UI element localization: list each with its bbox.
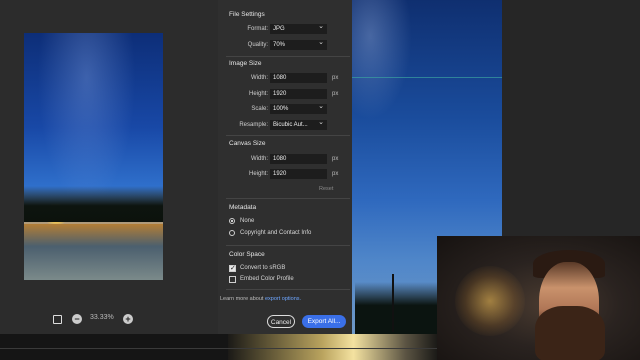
learn-more-prefix: Learn more about <box>220 296 264 302</box>
bottom-glow <box>228 334 437 360</box>
person-beard <box>535 306 605 360</box>
metadata-none-label: None <box>240 218 255 224</box>
image-height-label: Height: <box>248 91 268 97</box>
preview-treeline <box>24 186 163 222</box>
preview-image <box>24 33 163 280</box>
dark-background-area <box>502 0 640 236</box>
reset-button[interactable]: Reset <box>319 186 333 192</box>
divider <box>226 135 350 136</box>
background-treeline <box>355 282 440 334</box>
canvas-height-unit: px <box>332 171 339 177</box>
bottom-divider <box>0 348 437 349</box>
cancel-button[interactable]: Cancel <box>267 315 295 328</box>
divider <box>226 56 350 57</box>
export-all-button[interactable]: Export All... <box>302 315 346 328</box>
canvas-width-label: Width: <box>250 156 268 162</box>
file-settings-title: File Settings <box>229 11 265 18</box>
embed-color-profile-checkbox[interactable] <box>229 276 236 283</box>
metadata-copyright-radio[interactable] <box>229 230 235 236</box>
preview-panel: − 33.33% + <box>0 0 218 334</box>
quality-label: Quality: <box>247 42 268 48</box>
webcam-overlay <box>437 236 640 360</box>
canvas-height-input[interactable]: 1920 <box>270 169 327 179</box>
zoom-bar: − 33.33% + <box>0 310 218 328</box>
zoom-out-icon[interactable]: − <box>72 314 82 324</box>
metadata-title: Metadata <box>229 204 257 211</box>
resample-dropdown[interactable]: Bicubic Aut... <box>270 118 327 130</box>
preview-water-reflection <box>24 224 163 280</box>
image-height-unit: px <box>332 91 339 97</box>
scale-dropdown[interactable]: 100% <box>270 102 327 114</box>
milky-way-glow <box>352 0 412 120</box>
canvas-width-input[interactable]: 1080 <box>270 154 327 164</box>
string-lights <box>455 266 525 336</box>
canvas-size-title: Canvas Size <box>229 140 266 147</box>
divider <box>226 245 350 246</box>
image-height-input[interactable]: 1920 <box>270 89 327 99</box>
canvas-height-label: Height: <box>248 171 268 177</box>
divider <box>226 289 350 290</box>
format-label: Format: <box>247 26 268 32</box>
convert-srgb-checkbox[interactable] <box>229 264 236 272</box>
utility-pole <box>392 274 394 332</box>
zoom-in-icon[interactable]: + <box>123 314 133 324</box>
scale-label: Scale: <box>251 106 268 112</box>
fit-to-screen-icon[interactable] <box>53 315 62 324</box>
learn-more-text: Learn more about export options. <box>220 296 301 302</box>
convert-srgb-label: Convert to sRGB <box>240 265 286 271</box>
format-dropdown[interactable]: JPG <box>270 22 327 34</box>
embed-color-profile-label: Embed Color Profile <box>240 276 294 282</box>
image-size-title: Image Size <box>229 60 262 67</box>
export-settings-panel: File Settings Format: JPG Quality: 70% I… <box>218 0 352 334</box>
canvas-width-unit: px <box>332 156 339 162</box>
image-width-label: Width: <box>250 75 268 81</box>
color-space-title: Color Space <box>229 251 265 258</box>
resample-label: Resample: <box>239 122 268 128</box>
quality-dropdown[interactable]: 70% <box>270 38 327 50</box>
divider <box>226 198 350 199</box>
metadata-none-radio[interactable] <box>229 218 235 224</box>
image-width-unit: px <box>332 75 339 81</box>
image-width-input[interactable]: 1080 <box>270 73 327 83</box>
zoom-value: 33.33% <box>90 314 114 321</box>
metadata-copyright-label: Copyright and Contact Info <box>240 230 312 236</box>
export-options-link[interactable]: export options. <box>265 296 301 302</box>
